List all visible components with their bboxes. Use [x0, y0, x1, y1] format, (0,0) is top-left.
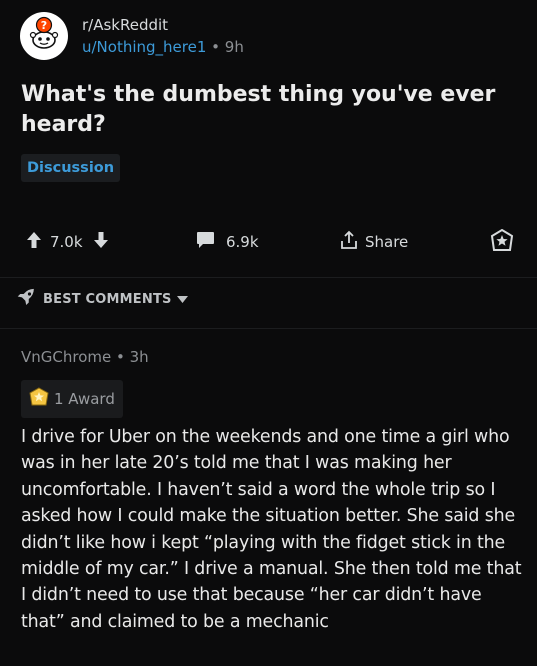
- award-badge-icon: [29, 387, 49, 411]
- post-title[interactable]: What's the dumbest thing you've ever hea…: [21, 80, 521, 140]
- post-meta: u/Nothing_here1 • 9h: [82, 36, 244, 58]
- comment-time: 3h: [129, 348, 149, 366]
- chevron-down-icon: [176, 292, 188, 307]
- post-flair[interactable]: Discussion: [21, 154, 121, 182]
- award-button[interactable]: [490, 226, 514, 258]
- svg-text:?: ?: [41, 19, 47, 32]
- upvote-count: 7.0k: [50, 233, 83, 251]
- downvote-arrow-icon[interactable]: [93, 231, 109, 253]
- divider: [0, 277, 537, 278]
- share-label: Share: [365, 233, 409, 251]
- share-button[interactable]: Share: [339, 226, 408, 258]
- post-header: ? r/AskReddit u/Nothing_here1 • 9h: [20, 12, 244, 60]
- comment-sort-dropdown[interactable]: BEST COMMENTS: [16, 288, 188, 310]
- meta-dot: •: [211, 38, 225, 56]
- comments-button[interactable]: 6.9k: [196, 226, 259, 258]
- award-badge[interactable]: 1 Award: [21, 380, 123, 418]
- award-icon: [490, 228, 514, 255]
- meta-dot: •: [116, 348, 130, 366]
- comment-author[interactable]: VnGChrome: [21, 348, 111, 366]
- post-time: 9h: [224, 38, 244, 56]
- comment-count: 6.9k: [226, 233, 259, 251]
- rocket-icon: [16, 288, 38, 310]
- author-link[interactable]: u/Nothing_here1: [82, 38, 206, 56]
- divider: [0, 328, 537, 329]
- sort-label: BEST COMMENTS: [43, 291, 172, 307]
- subreddit-avatar-icon[interactable]: ?: [20, 12, 68, 60]
- post-action-bar: 7.0k 6.9k Share: [0, 226, 537, 258]
- upvote-arrow-icon[interactable]: [26, 231, 42, 253]
- vote-group: 7.0k: [26, 226, 109, 258]
- comment-meta: VnGChrome • 3h: [21, 348, 149, 366]
- comment-bubble-icon: [196, 231, 215, 253]
- share-icon: [339, 230, 359, 254]
- award-count: 1 Award: [54, 390, 115, 408]
- subreddit-name[interactable]: r/AskReddit: [82, 14, 244, 36]
- comment-body: I drive for Uber on the weekends and one…: [21, 427, 522, 632]
